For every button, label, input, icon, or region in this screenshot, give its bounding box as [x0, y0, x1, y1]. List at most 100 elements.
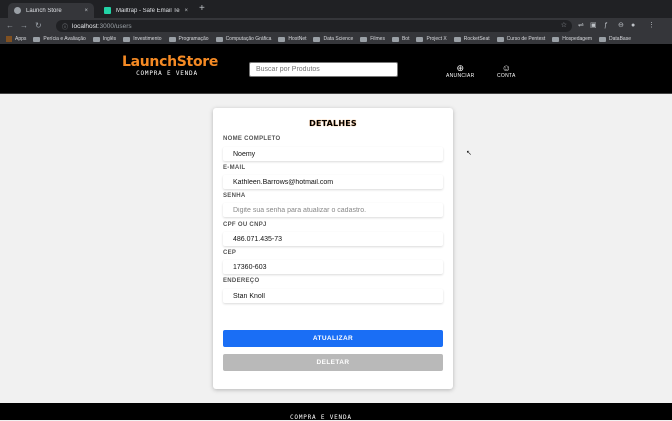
mailtrap-icon — [104, 7, 111, 14]
logo-tagline: COMPRA E VENDA — [136, 70, 198, 77]
folder-icon — [416, 36, 424, 42]
bookmark-folder[interactable]: Filmes — [360, 36, 385, 42]
tab-title: Mailtrap - Safe Email Testing — [116, 7, 180, 14]
bookmark-folder[interactable]: Data Science — [313, 36, 353, 42]
bookmark-label: DataBase — [609, 36, 631, 42]
bookmark-label: Hospedagem — [562, 36, 593, 42]
browser-tab-launch-store[interactable]: Launch Store × — [8, 3, 94, 18]
folder-icon — [496, 36, 504, 42]
bookmark-folder[interactable]: Programação — [168, 36, 209, 42]
folder-icon — [453, 36, 461, 42]
info-icon[interactable]: ⓘ — [62, 22, 68, 31]
bookmark-label: Inglês — [102, 36, 117, 42]
bookmark-label: Data Science — [323, 36, 354, 42]
bookmark-label: Filmes — [370, 36, 385, 42]
add-circle-icon: ⊕ — [456, 63, 465, 73]
bookmarks-bar: Apps Perícia e Avaliação Inglês Investim… — [0, 34, 672, 44]
folder-icon — [391, 36, 399, 42]
folder-icon — [33, 36, 41, 42]
bookmark-folder[interactable]: Computação Gráfica — [215, 36, 272, 42]
email-label: E-MAIL — [223, 165, 246, 171]
bookmark-folder[interactable]: Hospedagem — [552, 36, 592, 42]
site-header: LaunchStore COMPRA E VENDA ⊕ ANUNCIAR ☺ … — [0, 44, 672, 94]
cpf-cnpj-label: CPF OU CNPJ — [223, 222, 267, 228]
folder-icon — [278, 36, 286, 42]
extension-icon[interactable]: ▣ — [590, 21, 597, 31]
extension-icon[interactable]: ⊖ — [618, 21, 624, 31]
sell-link[interactable]: ⊕ ANUNCIAR — [446, 64, 475, 80]
account-link-label: CONTA — [497, 73, 516, 79]
cep-label: CEP — [223, 250, 237, 256]
folder-icon — [552, 36, 560, 42]
back-icon[interactable]: ← — [6, 20, 14, 32]
password-field[interactable] — [223, 203, 443, 217]
cpf-cnpj-field[interactable] — [223, 232, 443, 246]
card-title: DETALHES — [309, 119, 357, 128]
bookmark-label: Bot — [401, 36, 410, 42]
address-bar[interactable]: ⓘ localhost:3000/users ☆ — [56, 20, 572, 32]
bookmark-label: HostNet — [288, 36, 307, 42]
new-tab-button[interactable]: + — [199, 3, 205, 15]
bookmark-label: Curso de Pentest — [506, 36, 546, 42]
bookmark-label: RocketSeat — [463, 36, 490, 42]
sell-link-label: ANUNCIAR — [446, 73, 475, 79]
bookmark-folder[interactable]: Curso de Pentest — [496, 36, 546, 42]
bookmark-label: Investimento — [133, 36, 162, 42]
folder-icon — [215, 36, 223, 42]
site-logo[interactable]: LaunchStore COMPRA E VENDA — [122, 54, 219, 78]
password-label: SENHA — [223, 193, 246, 199]
site-footer: COMPRA E VENDA — [0, 403, 672, 421]
tab-title: Launch Store — [26, 7, 62, 14]
bookmark-star-icon[interactable]: ☆ — [561, 21, 567, 29]
extension-icon[interactable]: ⇌ — [578, 21, 584, 31]
bookmark-label: Computação Gráfica — [225, 36, 272, 42]
bookmark-label: Perícia e Avaliação — [43, 36, 86, 42]
bookmark-folder[interactable]: Bot — [391, 36, 410, 42]
profile-avatar-icon[interactable]: ● — [631, 21, 635, 31]
user-details-card: DETALHES NOME COMPLETO E-MAIL SENHA CPF … — [213, 108, 453, 389]
address-field[interactable] — [223, 289, 443, 303]
globe-icon — [14, 7, 21, 14]
url-path: :3000/users — [97, 22, 132, 30]
address-label: ENDEREÇO — [223, 278, 260, 284]
bookmark-apps[interactable]: Apps — [6, 36, 26, 42]
account-link[interactable]: ☺ CONTA — [497, 64, 516, 80]
bookmark-folder[interactable]: Inglês — [92, 36, 117, 42]
folder-icon — [599, 36, 607, 42]
folder-icon — [360, 36, 368, 42]
bookmark-label: Apps — [15, 36, 27, 42]
menu-icon[interactable]: ⋮ — [648, 21, 655, 31]
cep-field[interactable] — [223, 260, 443, 274]
bookmark-folder[interactable]: Perícia e Avaliação — [33, 36, 86, 42]
name-label: NOME COMPLETO — [223, 136, 281, 142]
bookmark-label: Project X — [426, 36, 447, 42]
browser-toolbar: ← → ↻ ⓘ localhost:3000/users ☆ ⇌ ▣ ƒ ⊖ ●… — [0, 18, 672, 34]
bookmark-folder[interactable]: Project X — [416, 36, 447, 42]
bookmark-folder[interactable]: DataBase — [599, 36, 631, 42]
user-icon: ☺ — [501, 63, 511, 73]
update-button[interactable]: ATUALIZAR — [223, 330, 443, 347]
close-tab-icon[interactable]: × — [84, 8, 88, 14]
browser-tab-strip: Launch Store × Mailtrap - Safe Email Tes… — [0, 0, 672, 18]
folder-icon — [92, 36, 100, 42]
extension-icon[interactable]: ƒ — [604, 21, 608, 31]
close-tab-icon[interactable]: × — [184, 8, 188, 14]
browser-tab-mailtrap[interactable]: Mailtrap - Safe Email Testing × — [98, 3, 194, 18]
email-field[interactable] — [223, 175, 443, 189]
bookmark-label: Programação — [178, 36, 209, 42]
logo-brand: LaunchStore — [122, 54, 219, 70]
product-search-input[interactable] — [249, 62, 398, 77]
forward-icon[interactable]: → — [20, 20, 28, 32]
bookmark-folder[interactable]: Investimento — [123, 36, 162, 42]
bookmark-folder[interactable]: HostNet — [278, 36, 306, 42]
apps-icon — [6, 36, 12, 42]
folder-icon — [123, 36, 131, 42]
bookmark-folder[interactable]: RocketSeat — [453, 36, 490, 42]
delete-button[interactable]: DELETAR — [223, 354, 443, 371]
name-field[interactable] — [223, 147, 443, 161]
url-host: localhost — [72, 22, 98, 30]
folder-icon — [313, 36, 321, 42]
mouse-cursor-icon: ↖ — [466, 150, 472, 157]
folder-icon — [168, 36, 176, 42]
reload-icon[interactable]: ↻ — [35, 20, 42, 32]
